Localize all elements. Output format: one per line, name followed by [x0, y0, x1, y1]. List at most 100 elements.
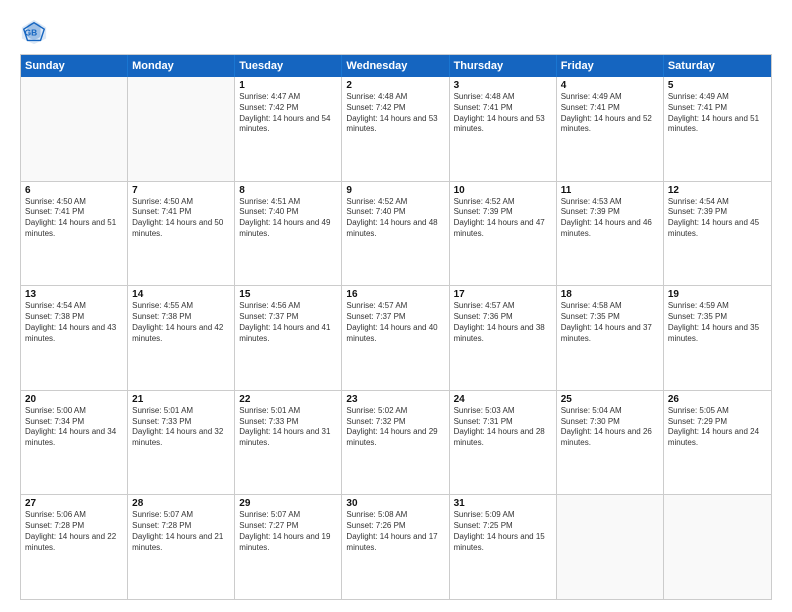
- day-header-monday: Monday: [128, 55, 235, 77]
- cell-day-number: 5: [668, 80, 767, 91]
- calendar-cell: 13Sunrise: 4:54 AMSunset: 7:38 PMDayligh…: [21, 286, 128, 390]
- cell-info: Sunrise: 5:02 AMSunset: 7:32 PMDaylight:…: [346, 406, 444, 449]
- cell-day-number: 20: [25, 394, 123, 405]
- calendar-cell: 2Sunrise: 4:48 AMSunset: 7:42 PMDaylight…: [342, 77, 449, 181]
- calendar-cell: 22Sunrise: 5:01 AMSunset: 7:33 PMDayligh…: [235, 391, 342, 495]
- calendar-cell: 26Sunrise: 5:05 AMSunset: 7:29 PMDayligh…: [664, 391, 771, 495]
- cell-info: Sunrise: 5:04 AMSunset: 7:30 PMDaylight:…: [561, 406, 659, 449]
- cell-day-number: 15: [239, 289, 337, 300]
- cell-info: Sunrise: 4:55 AMSunset: 7:38 PMDaylight:…: [132, 301, 230, 344]
- calendar-cell: 15Sunrise: 4:56 AMSunset: 7:37 PMDayligh…: [235, 286, 342, 390]
- calendar-cell: 19Sunrise: 4:59 AMSunset: 7:35 PMDayligh…: [664, 286, 771, 390]
- calendar-cell: 8Sunrise: 4:51 AMSunset: 7:40 PMDaylight…: [235, 182, 342, 286]
- day-header-sunday: Sunday: [21, 55, 128, 77]
- calendar-cell: 25Sunrise: 5:04 AMSunset: 7:30 PMDayligh…: [557, 391, 664, 495]
- cell-info: Sunrise: 4:49 AMSunset: 7:41 PMDaylight:…: [668, 92, 767, 135]
- cell-info: Sunrise: 4:57 AMSunset: 7:37 PMDaylight:…: [346, 301, 444, 344]
- calendar-cell: 30Sunrise: 5:08 AMSunset: 7:26 PMDayligh…: [342, 495, 449, 599]
- cell-day-number: 13: [25, 289, 123, 300]
- cell-info: Sunrise: 5:01 AMSunset: 7:33 PMDaylight:…: [132, 406, 230, 449]
- logo: GB: [20, 18, 52, 46]
- calendar: SundayMondayTuesdayWednesdayThursdayFrid…: [20, 54, 772, 600]
- cell-info: Sunrise: 4:51 AMSunset: 7:40 PMDaylight:…: [239, 197, 337, 240]
- calendar-week-3: 13Sunrise: 4:54 AMSunset: 7:38 PMDayligh…: [21, 286, 771, 391]
- cell-info: Sunrise: 4:54 AMSunset: 7:38 PMDaylight:…: [25, 301, 123, 344]
- cell-info: Sunrise: 5:03 AMSunset: 7:31 PMDaylight:…: [454, 406, 552, 449]
- calendar-cell: 21Sunrise: 5:01 AMSunset: 7:33 PMDayligh…: [128, 391, 235, 495]
- calendar-cell: 29Sunrise: 5:07 AMSunset: 7:27 PMDayligh…: [235, 495, 342, 599]
- day-header-saturday: Saturday: [664, 55, 771, 77]
- cell-day-number: 24: [454, 394, 552, 405]
- svg-text:GB: GB: [25, 28, 38, 38]
- day-header-friday: Friday: [557, 55, 664, 77]
- calendar-cell: 5Sunrise: 4:49 AMSunset: 7:41 PMDaylight…: [664, 77, 771, 181]
- cell-day-number: 22: [239, 394, 337, 405]
- cell-day-number: 29: [239, 498, 337, 509]
- page: GB SundayMondayTuesdayWednesdayThursdayF…: [0, 0, 792, 612]
- cell-info: Sunrise: 5:09 AMSunset: 7:25 PMDaylight:…: [454, 510, 552, 553]
- cell-info: Sunrise: 5:00 AMSunset: 7:34 PMDaylight:…: [25, 406, 123, 449]
- cell-info: Sunrise: 4:52 AMSunset: 7:39 PMDaylight:…: [454, 197, 552, 240]
- calendar-cell: 6Sunrise: 4:50 AMSunset: 7:41 PMDaylight…: [21, 182, 128, 286]
- calendar-cell: 14Sunrise: 4:55 AMSunset: 7:38 PMDayligh…: [128, 286, 235, 390]
- calendar-cell: 16Sunrise: 4:57 AMSunset: 7:37 PMDayligh…: [342, 286, 449, 390]
- calendar-week-1: 1Sunrise: 4:47 AMSunset: 7:42 PMDaylight…: [21, 77, 771, 182]
- cell-day-number: 30: [346, 498, 444, 509]
- calendar-cell: [557, 495, 664, 599]
- calendar-cell: 9Sunrise: 4:52 AMSunset: 7:40 PMDaylight…: [342, 182, 449, 286]
- cell-day-number: 6: [25, 185, 123, 196]
- cell-info: Sunrise: 4:52 AMSunset: 7:40 PMDaylight:…: [346, 197, 444, 240]
- logo-icon: GB: [20, 18, 48, 46]
- cell-info: Sunrise: 4:58 AMSunset: 7:35 PMDaylight:…: [561, 301, 659, 344]
- cell-info: Sunrise: 4:56 AMSunset: 7:37 PMDaylight:…: [239, 301, 337, 344]
- cell-day-number: 21: [132, 394, 230, 405]
- calendar-cell: 28Sunrise: 5:07 AMSunset: 7:28 PMDayligh…: [128, 495, 235, 599]
- calendar-cell: 10Sunrise: 4:52 AMSunset: 7:39 PMDayligh…: [450, 182, 557, 286]
- cell-day-number: 9: [346, 185, 444, 196]
- cell-info: Sunrise: 4:50 AMSunset: 7:41 PMDaylight:…: [25, 197, 123, 240]
- cell-day-number: 31: [454, 498, 552, 509]
- calendar-cell: [128, 77, 235, 181]
- cell-info: Sunrise: 4:57 AMSunset: 7:36 PMDaylight:…: [454, 301, 552, 344]
- cell-day-number: 14: [132, 289, 230, 300]
- calendar-cell: 1Sunrise: 4:47 AMSunset: 7:42 PMDaylight…: [235, 77, 342, 181]
- cell-info: Sunrise: 5:05 AMSunset: 7:29 PMDaylight:…: [668, 406, 767, 449]
- calendar-cell: 18Sunrise: 4:58 AMSunset: 7:35 PMDayligh…: [557, 286, 664, 390]
- calendar-cell: 23Sunrise: 5:02 AMSunset: 7:32 PMDayligh…: [342, 391, 449, 495]
- cell-info: Sunrise: 4:47 AMSunset: 7:42 PMDaylight:…: [239, 92, 337, 135]
- cell-info: Sunrise: 5:06 AMSunset: 7:28 PMDaylight:…: [25, 510, 123, 553]
- calendar-cell: 7Sunrise: 4:50 AMSunset: 7:41 PMDaylight…: [128, 182, 235, 286]
- cell-day-number: 18: [561, 289, 659, 300]
- calendar-cell: 17Sunrise: 4:57 AMSunset: 7:36 PMDayligh…: [450, 286, 557, 390]
- cell-day-number: 19: [668, 289, 767, 300]
- cell-day-number: 12: [668, 185, 767, 196]
- cell-info: Sunrise: 4:48 AMSunset: 7:41 PMDaylight:…: [454, 92, 552, 135]
- cell-day-number: 25: [561, 394, 659, 405]
- calendar-cell: 27Sunrise: 5:06 AMSunset: 7:28 PMDayligh…: [21, 495, 128, 599]
- day-header-thursday: Thursday: [450, 55, 557, 77]
- header: GB: [20, 18, 772, 46]
- cell-info: Sunrise: 5:08 AMSunset: 7:26 PMDaylight:…: [346, 510, 444, 553]
- calendar-week-2: 6Sunrise: 4:50 AMSunset: 7:41 PMDaylight…: [21, 182, 771, 287]
- cell-day-number: 8: [239, 185, 337, 196]
- cell-info: Sunrise: 4:49 AMSunset: 7:41 PMDaylight:…: [561, 92, 659, 135]
- calendar-cell: 24Sunrise: 5:03 AMSunset: 7:31 PMDayligh…: [450, 391, 557, 495]
- calendar-cell: 4Sunrise: 4:49 AMSunset: 7:41 PMDaylight…: [557, 77, 664, 181]
- cell-day-number: 28: [132, 498, 230, 509]
- cell-day-number: 10: [454, 185, 552, 196]
- cell-info: Sunrise: 4:54 AMSunset: 7:39 PMDaylight:…: [668, 197, 767, 240]
- day-header-tuesday: Tuesday: [235, 55, 342, 77]
- cell-day-number: 1: [239, 80, 337, 91]
- cell-day-number: 26: [668, 394, 767, 405]
- calendar-week-5: 27Sunrise: 5:06 AMSunset: 7:28 PMDayligh…: [21, 495, 771, 599]
- calendar-cell: 12Sunrise: 4:54 AMSunset: 7:39 PMDayligh…: [664, 182, 771, 286]
- calendar-cell: [21, 77, 128, 181]
- cell-day-number: 3: [454, 80, 552, 91]
- cell-day-number: 11: [561, 185, 659, 196]
- cell-info: Sunrise: 5:01 AMSunset: 7:33 PMDaylight:…: [239, 406, 337, 449]
- calendar-body: 1Sunrise: 4:47 AMSunset: 7:42 PMDaylight…: [21, 77, 771, 599]
- calendar-cell: 11Sunrise: 4:53 AMSunset: 7:39 PMDayligh…: [557, 182, 664, 286]
- calendar-cell: 31Sunrise: 5:09 AMSunset: 7:25 PMDayligh…: [450, 495, 557, 599]
- cell-day-number: 17: [454, 289, 552, 300]
- cell-day-number: 4: [561, 80, 659, 91]
